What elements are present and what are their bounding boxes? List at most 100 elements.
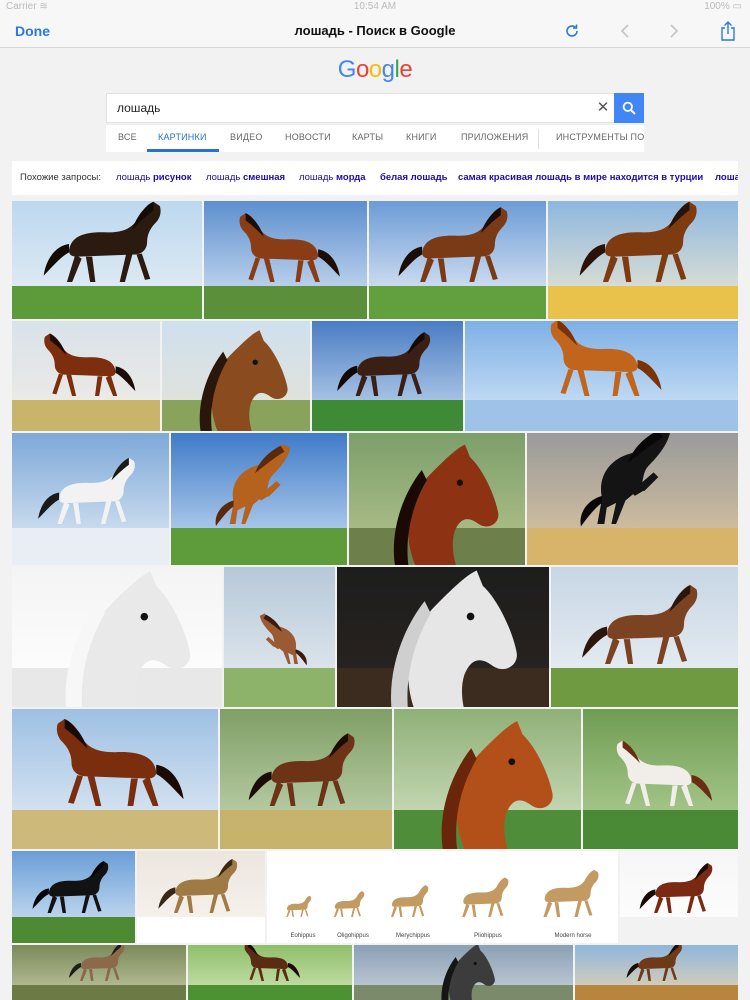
search-input[interactable] [107, 94, 587, 122]
related-bold: морда [335, 172, 366, 183]
image-result-7[interactable] [312, 321, 463, 431]
image-result-3[interactable] [369, 201, 546, 319]
horse-photo [551, 567, 738, 707]
image-result-8[interactable] [465, 321, 738, 431]
horse-photo [465, 321, 738, 431]
horse-photo [12, 201, 202, 319]
horse-photo [12, 709, 218, 849]
horse-photo [137, 851, 265, 943]
image-result-2[interactable] [204, 201, 367, 319]
image-result-6[interactable] [162, 321, 310, 431]
related-bold: белая лошадь [380, 172, 448, 183]
image-result-28[interactable] [575, 945, 738, 1000]
image-result-23[interactable]: Eohippus Oligohippus Merychippus Pliohippus… [267, 851, 618, 943]
image-result-4[interactable] [548, 201, 738, 319]
related-search-link[interactable]: самая красивая лошадь в мире находится в… [458, 172, 703, 183]
horse-photo [204, 201, 367, 319]
search-tabs: ВСЕ КАРТИНКИ ВИДЕО НОВОСТИ КАРТЫ КНИГИ П… [106, 124, 644, 152]
search-button[interactable] [614, 93, 644, 123]
tab-maps[interactable]: КАРТЫ [352, 132, 383, 142]
horse-photo [171, 433, 347, 565]
horse-photo [12, 567, 222, 707]
related-search-link[interactable]: лоша [715, 172, 738, 183]
evolution-label: Modern horse [554, 933, 592, 939]
search-box: ✕ [106, 93, 644, 123]
logo-letter: o [368, 56, 382, 83]
tab-video[interactable]: ВИДЕО [230, 132, 263, 142]
horse-photo [575, 945, 738, 1000]
horse-photo [12, 945, 186, 1000]
related-plain: лошадь [206, 172, 243, 183]
related-searches-label: Похожие запросы: [20, 172, 101, 183]
clear-icon[interactable]: ✕ [594, 99, 612, 117]
horse-photo [220, 709, 392, 849]
image-result-13[interactable] [12, 567, 222, 707]
google-header: Google ✕ ВСЕ КАРТИНКИ ВИДЕО НОВОСТИ КАРТ… [0, 48, 750, 156]
horse-photo [620, 851, 738, 943]
forward-arrow-icon[interactable] [663, 20, 685, 42]
active-tab-indicator [147, 149, 219, 152]
image-result-10[interactable] [171, 433, 347, 565]
horse-photo [394, 709, 581, 849]
image-result-16[interactable] [551, 567, 738, 707]
image-result-27[interactable] [354, 945, 573, 1000]
back-arrow-icon[interactable] [614, 20, 636, 42]
horse-photo [527, 433, 738, 565]
related-search-link[interactable]: лошадь рисунок [116, 172, 192, 183]
status-bar: Carrier ≋ 10:54 AM 100% ▭ [0, 0, 750, 14]
clock: 10:54 AM [353, 1, 397, 12]
google-logo[interactable]: Google [0, 56, 750, 84]
image-result-22[interactable] [137, 851, 265, 943]
horse-photo [12, 321, 160, 431]
logo-letter: o [355, 56, 369, 83]
tab-apps[interactable]: ПРИЛОЖЕНИЯ [461, 132, 528, 142]
related-bold: самая красивая лошадь в мире находится в… [458, 172, 704, 183]
related-bold: рисунок [152, 172, 192, 183]
navigation-bar: Done лошадь - Поиск в Google [0, 14, 750, 48]
horse-photo [349, 433, 525, 565]
image-result-14[interactable] [224, 567, 335, 707]
related-search-link[interactable]: лошадь морда [299, 172, 366, 183]
logo-letter: G [337, 56, 357, 83]
image-result-5[interactable] [12, 321, 160, 431]
image-result-15[interactable] [337, 567, 549, 707]
tab-tools[interactable]: ИНСТРУМЕНТЫ ПО [556, 132, 644, 142]
horse-photo [224, 567, 335, 707]
horse-photo [312, 321, 463, 431]
horse-photo [162, 321, 310, 431]
battery-indicator: 100% ▭ [704, 1, 742, 12]
horse-photo [369, 201, 546, 319]
refresh-icon[interactable] [561, 20, 583, 42]
tab-all[interactable]: ВСЕ [118, 132, 137, 142]
image-result-25[interactable] [12, 945, 186, 1000]
tabs-divider [538, 129, 539, 149]
evolution-label: Eohippus [290, 933, 316, 939]
image-result-12[interactable] [527, 433, 738, 565]
horse-photo [188, 945, 352, 1000]
image-result-1[interactable] [12, 201, 202, 319]
image-result-17[interactable] [12, 709, 218, 849]
evolution-label: Pliohippus [474, 933, 502, 939]
horse-photo [337, 567, 549, 707]
tab-news[interactable]: НОВОСТИ [285, 132, 331, 142]
search-icon [622, 101, 636, 115]
image-result-19[interactable] [394, 709, 581, 849]
horse-photo [12, 433, 169, 565]
logo-letter: e [399, 56, 413, 83]
share-icon[interactable] [717, 20, 739, 42]
related-searches: Похожие запросы: лошадь рисунок лошадь с… [12, 161, 738, 195]
image-result-18[interactable] [220, 709, 392, 849]
related-plain: лошадь [299, 172, 336, 183]
tab-books[interactable]: КНИГИ [406, 132, 437, 142]
tab-images[interactable]: КАРТИНКИ [158, 132, 207, 142]
related-search-link[interactable]: лошадь смешная [206, 172, 285, 183]
image-result-21[interactable] [12, 851, 135, 943]
image-result-24[interactable] [620, 851, 738, 943]
image-result-9[interactable] [12, 433, 169, 565]
image-result-11[interactable] [349, 433, 525, 565]
related-bold: лоша [715, 172, 738, 183]
image-result-26[interactable] [188, 945, 352, 1000]
image-result-20[interactable] [583, 709, 738, 849]
horse-photo [354, 945, 573, 1000]
related-search-link[interactable]: белая лошадь [380, 172, 447, 183]
